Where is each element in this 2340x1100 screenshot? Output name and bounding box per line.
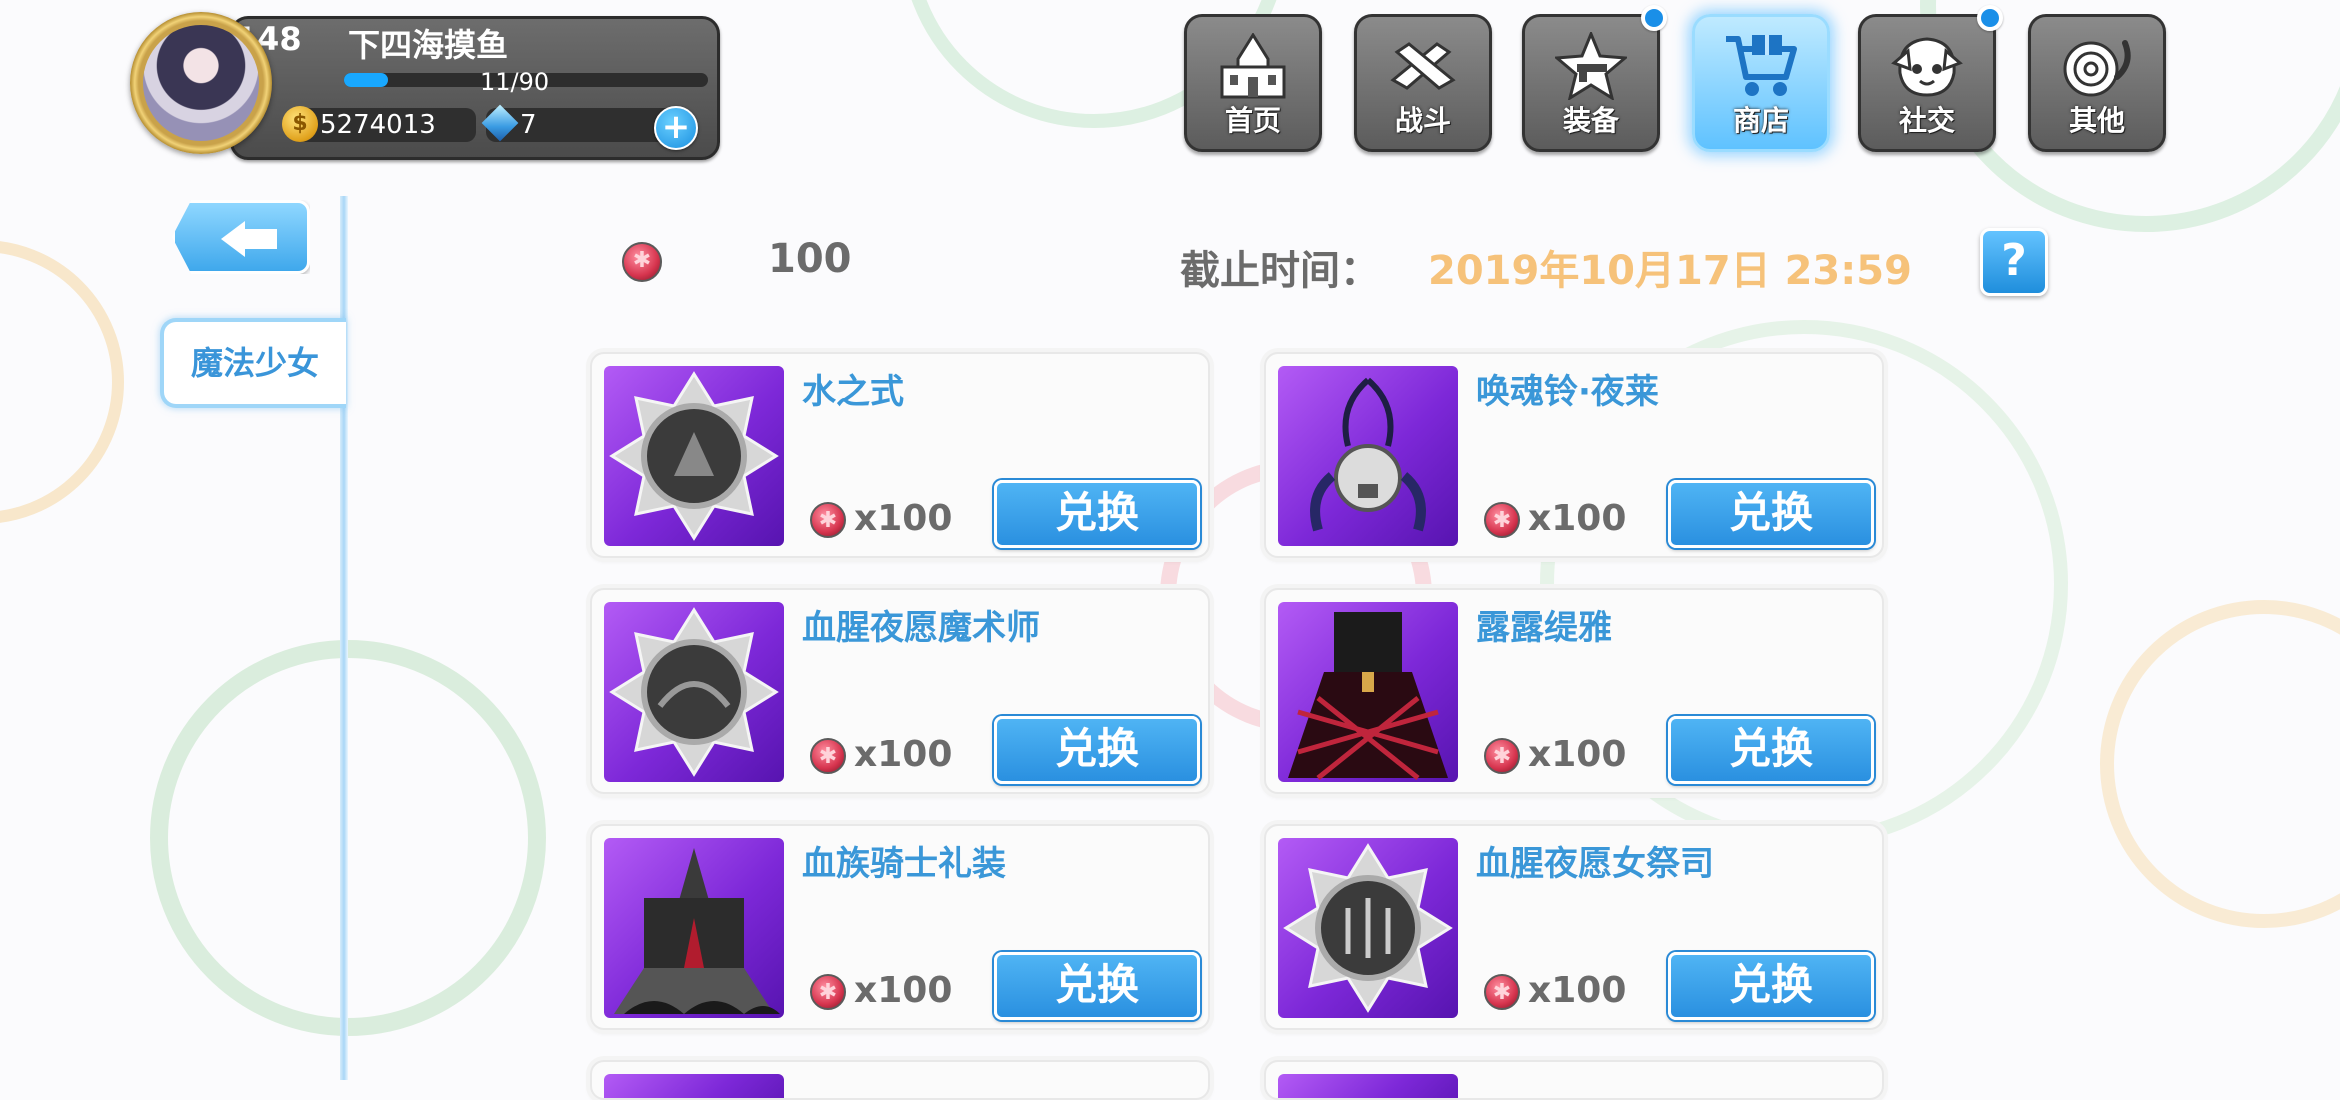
add-gems-button[interactable]: + <box>654 106 698 150</box>
item-image-silver-badge <box>604 602 784 782</box>
exchange-button[interactable]: 兑换 <box>994 952 1200 1020</box>
shop-item-card-partial <box>1264 1060 1884 1100</box>
crossed-guns-icon <box>1357 29 1489 103</box>
shop-item-card: 水之式 x100 兑换 <box>590 352 1210 558</box>
background-decoration <box>2100 600 2340 928</box>
item-price: x100 <box>854 734 953 775</box>
item-image-silver-badge <box>604 366 784 546</box>
item-name: 水之式 <box>802 372 904 412</box>
mascot-icon <box>1861 29 1993 103</box>
price-token-icon <box>810 502 846 538</box>
item-name: 露露缇雅 <box>1476 608 1612 648</box>
back-arrow-icon <box>221 221 245 257</box>
item-price: x100 <box>1528 498 1627 539</box>
church-icon <box>1187 29 1319 103</box>
exchange-button[interactable]: 兑换 <box>994 716 1200 784</box>
nav-home-button[interactable]: 首页 <box>1184 14 1322 152</box>
coin-amount: 5274013 <box>320 110 436 140</box>
nav-equipment-button[interactable]: 装备 <box>1522 5 1667 152</box>
item-image-bell <box>1278 366 1458 546</box>
exchange-button[interactable]: 兑换 <box>1668 716 1874 784</box>
exchange-button[interactable]: 兑换 <box>994 480 1200 548</box>
background-decoration <box>150 640 546 1036</box>
snail-icon <box>2031 29 2163 103</box>
stamina-bar-fill <box>344 73 388 87</box>
token-count: 100 <box>768 236 852 282</box>
item-name: 血族骑士礼装 <box>802 844 1006 884</box>
help-button[interactable]: ? <box>1980 228 2048 296</box>
item-name: 血腥夜愿女祭司 <box>1476 844 1714 884</box>
item-image-partial <box>604 1074 784 1098</box>
nav-other-button[interactable]: 其他 <box>2028 14 2166 152</box>
shop-item-card: 血族骑士礼装 x100 兑换 <box>590 824 1210 1030</box>
nav-social-label: 社交 <box>1898 104 1955 137</box>
price-token-icon <box>1484 738 1520 774</box>
notification-dot <box>1977 5 2003 31</box>
shop-item-card: 血腥夜愿魔术师 x100 兑换 <box>590 588 1210 794</box>
nav-shop-label: 商店 <box>1732 104 1789 137</box>
shop-item-card: 露露缇雅 x100 兑换 <box>1264 588 1884 794</box>
back-button[interactable] <box>172 200 310 274</box>
exchange-token-icon <box>622 242 662 282</box>
notification-dot <box>1641 5 1667 31</box>
price-token-icon <box>810 738 846 774</box>
exchange-button[interactable]: 兑换 <box>1668 480 1874 548</box>
deadline-value: 2019年10月17日 23:59 <box>1428 248 1912 294</box>
player-name: 下四海摸鱼 <box>348 26 509 64</box>
item-price: x100 <box>1528 970 1627 1011</box>
gem-amount: 7 <box>520 110 537 140</box>
nav-battle-label: 战斗 <box>1394 104 1451 137</box>
item-image-silver-badge <box>1278 838 1458 1018</box>
coin-icon: $ <box>282 106 318 142</box>
gift-cart-icon <box>1695 29 1827 103</box>
price-token-icon <box>1484 502 1520 538</box>
exchange-button[interactable]: 兑换 <box>1668 952 1874 1020</box>
item-name: 唤魂铃·夜莱 <box>1476 372 1659 412</box>
item-price: x100 <box>1528 734 1627 775</box>
avatar-portrait <box>143 25 259 141</box>
nav-other-label: 其他 <box>2068 104 2125 137</box>
shop-item-card: 血腥夜愿女祭司 x100 兑换 <box>1264 824 1884 1030</box>
shop-item-card-partial <box>590 1060 1210 1100</box>
item-image-knight-dress <box>604 838 784 1018</box>
avatar[interactable] <box>130 12 272 154</box>
item-image-partial <box>1278 1074 1458 1098</box>
item-name: 血腥夜愿魔术师 <box>802 608 1040 648</box>
item-image-dress <box>1278 602 1458 782</box>
back-arrow-shaft <box>243 229 277 249</box>
item-price: x100 <box>854 498 953 539</box>
deadline-label: 截止时间： <box>1180 248 1380 294</box>
stamina-value: 11/90 <box>480 68 550 96</box>
nav-social-button[interactable]: 社交 <box>1858 5 2003 152</box>
price-token-icon <box>1484 974 1520 1010</box>
star-gun-icon <box>1525 29 1657 103</box>
nav-shop-button[interactable]: 商店 <box>1692 14 1830 152</box>
nav-equipment-label: 装备 <box>1562 104 1619 137</box>
item-price: x100 <box>854 970 953 1011</box>
shop-item-card: 唤魂铃·夜莱 x100 兑换 <box>1264 352 1884 558</box>
nav-battle-button[interactable]: 战斗 <box>1354 14 1492 152</box>
nav-home-label: 首页 <box>1224 104 1281 137</box>
price-token-icon <box>810 974 846 1010</box>
background-decoration <box>0 240 124 524</box>
category-tab-magical-girl[interactable]: 魔法少女 <box>160 318 346 408</box>
